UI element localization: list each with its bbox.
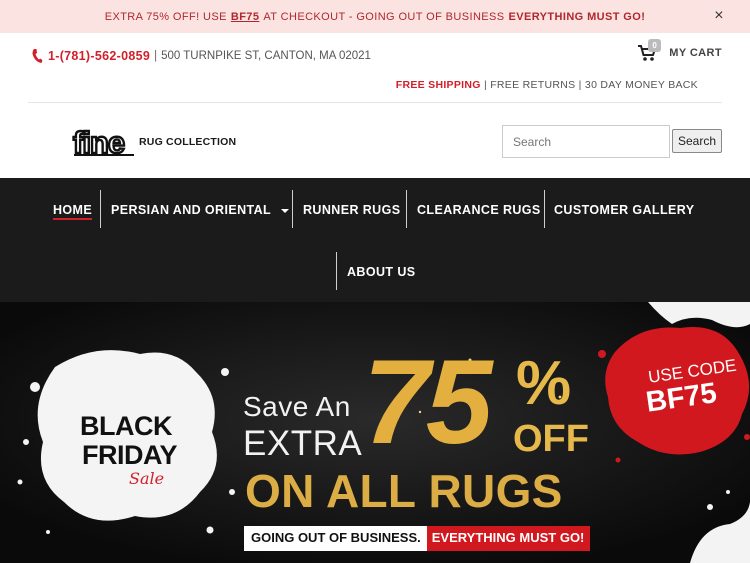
- free-shipping-text: FREE SHIPPING: [395, 79, 481, 91]
- hero-off: OFF: [513, 418, 589, 460]
- nav-item-about-us[interactable]: ABOUT US: [347, 265, 415, 279]
- store-perks: FREE SHIPPING | FREE RETURNS | 30 DAY MO…: [396, 79, 698, 91]
- nav-item-customer-gallery[interactable]: CUSTOMER GALLERY: [554, 203, 694, 217]
- nav-separator: [544, 190, 545, 228]
- hero-on-all-rugs: ON ALL RUGS: [245, 465, 563, 517]
- hero-save-an: Save An: [243, 391, 351, 422]
- site-logo[interactable]: fine RUG COLLECTION: [72, 124, 236, 160]
- cart-count-badge: 0: [648, 39, 662, 52]
- hero-seventy-five: 75: [363, 335, 492, 469]
- perks-rest-text: | FREE RETURNS | 30 DAY MONEY BACK: [480, 79, 698, 91]
- nav-separator: [100, 190, 101, 228]
- header-divider: [28, 102, 722, 103]
- shopping-cart-icon: 0: [637, 39, 662, 64]
- strip-white-text: GOING OUT OF BUSINESS.: [244, 526, 427, 551]
- nav-item-persian-and-oriental[interactable]: PERSIAN AND ORIENTAL: [111, 203, 290, 217]
- strip-red-text: EVERYTHING MUST GO!: [426, 526, 591, 551]
- black-friday-line1: BLACK: [80, 411, 173, 441]
- nav-item-runner-rugs[interactable]: RUNNER RUGS: [303, 203, 400, 217]
- fine-logo-wordmark: fine: [72, 124, 134, 160]
- hero-percent: %: [516, 349, 572, 418]
- nav-item-clearance-rugs[interactable]: CLEARANCE RUGS: [417, 203, 541, 217]
- nav-item-home[interactable]: HOME: [53, 203, 93, 220]
- nav-separator: [292, 190, 293, 228]
- black-friday-line2: FRIDAY: [82, 440, 178, 470]
- search-input[interactable]: [502, 125, 670, 158]
- black-friday-sale: Sale: [129, 469, 165, 488]
- contact-info: 1-(781)-562-0859 | 500 TURNPIKE ST, CANT…: [31, 48, 371, 64]
- phone-icon: [32, 49, 43, 63]
- phone-link[interactable]: 1-(781)-562-0859: [48, 49, 150, 63]
- cart-label: MY CART: [669, 47, 722, 59]
- caret-down-icon: [281, 208, 290, 213]
- nav-item-label: PERSIAN AND ORIENTAL: [111, 203, 272, 217]
- announcement-code: BF75: [230, 10, 260, 23]
- close-icon[interactable]: ×: [714, 7, 724, 25]
- contact-separator: |: [154, 50, 158, 62]
- announcement-middle: AT CHECKOUT - GOING OUT OF BUSINESS: [263, 10, 505, 23]
- announcement-prefix: EXTRA 75% OFF! USE: [104, 10, 227, 23]
- black-friday-hero-banner[interactable]: BLACK FRIDAY Sale Save An EXTRA 75 % OFF…: [0, 302, 750, 563]
- nav-separator: [406, 190, 407, 228]
- hero-extra: EXTRA: [243, 424, 363, 463]
- search-button[interactable]: Search: [672, 129, 722, 153]
- logo-subtitle: RUG COLLECTION: [139, 136, 237, 148]
- store-address: 500 TURNPIKE ST, CANTON, MA 02021: [161, 50, 371, 62]
- announcement-bar: EXTRA 75% OFF! USE BF75 AT CHECKOUT - GO…: [0, 0, 750, 33]
- cart-link[interactable]: 0 MY CART: [637, 39, 722, 64]
- announcement-emphasis: EVERYTHING MUST GO!: [508, 10, 646, 23]
- nav-separator: [336, 252, 337, 290]
- main-navigation: HOME PERSIAN AND ORIENTAL RUNNER RUGS CL…: [0, 178, 750, 302]
- going-out-of-business-strip: GOING OUT OF BUSINESS. EVERYTHING MUST G…: [244, 526, 591, 551]
